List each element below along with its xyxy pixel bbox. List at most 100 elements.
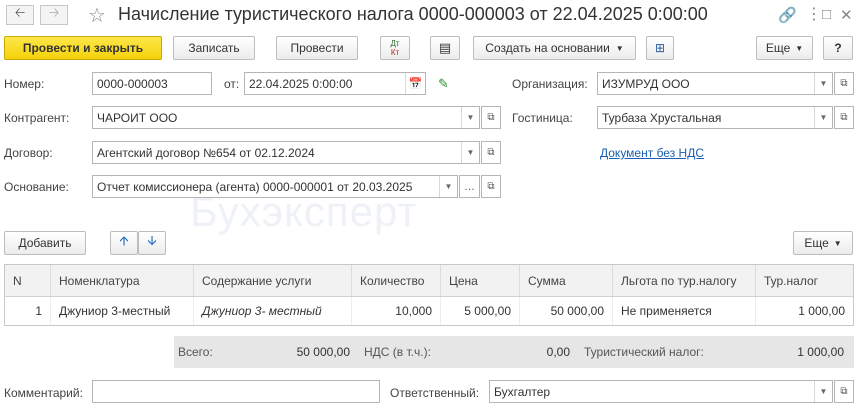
total-label: Всего:: [178, 345, 213, 359]
services-table: N Номенклатура Содержание услуги Количес…: [4, 264, 854, 326]
help-button[interactable]: ?: [823, 36, 853, 60]
maximize-icon[interactable]: □: [822, 6, 831, 23]
post-and-close-button[interactable]: Провести и закрыть: [4, 36, 162, 60]
document-list-icon: ▤: [438, 40, 452, 55]
back-button[interactable]: 🡠: [6, 5, 34, 25]
date-value: 22.04.2025 0:00:00: [249, 76, 353, 91]
hierarchy-icon: ⊞: [654, 41, 666, 55]
approve-check-icon[interactable]: ✎: [438, 76, 449, 92]
chevron-down-icon: ▼: [795, 43, 804, 53]
chevron-down-icon[interactable]: ▼: [814, 107, 832, 128]
cell-sum: 50 000,00: [520, 297, 613, 325]
date-label: от:: [224, 77, 240, 91]
open-window-icon: ⧉: [840, 112, 848, 123]
chevron-down-icon[interactable]: ▼: [814, 73, 832, 94]
column-header-service-content[interactable]: Содержание услуги: [194, 265, 352, 296]
table-more-button[interactable]: Еще ▼: [793, 231, 853, 255]
hotel-field[interactable]: Турбаза Хрустальная ▼: [597, 106, 833, 129]
cell-n: 1: [5, 297, 51, 325]
contract-value: Агентский договор №654 от 02.12.2024: [97, 145, 315, 160]
contract-label: Договор:: [4, 146, 53, 160]
kt-label: Кт: [390, 48, 400, 57]
chevron-down-icon[interactable]: ▼: [814, 381, 832, 402]
counterparty-label: Контрагент:: [4, 111, 70, 125]
column-header-sum[interactable]: Сумма: [520, 265, 613, 296]
open-window-icon: ⧉: [487, 112, 495, 123]
number-label: Номер:: [4, 77, 45, 91]
report-button[interactable]: ▤: [430, 36, 460, 60]
responsible-label: Ответственный:: [390, 386, 480, 400]
organization-label: Организация:: [512, 77, 588, 91]
column-header-price[interactable]: Цена: [441, 265, 520, 296]
basis-select-button[interactable]: …: [459, 175, 480, 198]
table-row[interactable]: 1 Джуниор 3-местный Джуниор 3- местный 1…: [5, 297, 853, 325]
cell-nomenclature: Джуниор 3-местный: [51, 297, 194, 325]
column-header-tax-benefit[interactable]: Льгота по тур.налогу: [613, 265, 756, 296]
more-button[interactable]: Еще ▼: [756, 36, 813, 60]
open-window-icon: ⧉: [840, 386, 848, 397]
post-button[interactable]: Провести: [276, 36, 358, 60]
link-icon[interactable]: 🔗: [778, 6, 797, 24]
arrow-left-icon: 🡠: [14, 5, 26, 20]
number-field[interactable]: 0000-000003: [92, 72, 212, 95]
cell-service-content: Джуниор 3- местный: [194, 297, 352, 325]
add-row-button[interactable]: Добавить: [4, 231, 86, 255]
chevron-down-icon[interactable]: ▼: [461, 107, 479, 128]
column-header-tourist-tax[interactable]: Тур.налог: [756, 265, 853, 296]
calendar-icon[interactable]: 📅: [405, 73, 425, 94]
counterparty-value: ЧАРОИТ ООО: [97, 110, 178, 125]
structure-button[interactable]: ⊞: [646, 36, 674, 60]
organization-open-button[interactable]: ⧉: [834, 72, 854, 95]
basis-field[interactable]: Отчет комиссионера (агента) 0000-000001 …: [92, 175, 458, 198]
counterparty-open-button[interactable]: ⧉: [481, 106, 501, 129]
responsible-value: Бухгалтер: [494, 384, 551, 399]
date-field[interactable]: 22.04.2025 0:00:00 📅: [244, 72, 426, 95]
save-button[interactable]: Записать: [173, 36, 255, 60]
vat-document-link[interactable]: Документ без НДС: [600, 146, 704, 160]
chevron-down-icon[interactable]: ▼: [461, 142, 479, 163]
page-title: Начисление туристического налога 0000-00…: [118, 4, 708, 24]
chevron-down-icon: ▼: [615, 43, 624, 53]
hotel-open-button[interactable]: ⧉: [834, 106, 854, 129]
cell-quantity: 10,000: [352, 297, 441, 325]
open-window-icon: ⧉: [487, 181, 495, 192]
chevron-down-icon[interactable]: ▼: [439, 176, 457, 197]
forward-button[interactable]: 🡢: [40, 5, 68, 25]
comment-field[interactable]: [92, 380, 380, 403]
column-header-n[interactable]: N: [5, 265, 51, 296]
move-up-button[interactable]: 🡩: [110, 231, 138, 255]
more-vertical-icon[interactable]: ⋮: [806, 4, 822, 24]
counterparty-field[interactable]: ЧАРОИТ ООО ▼: [92, 106, 480, 129]
cell-tax-benefit: Не применяется: [613, 297, 756, 325]
basis-label: Основание:: [4, 180, 69, 194]
create-based-on-button[interactable]: Создать на основании ▼: [473, 36, 636, 60]
dt-kt-button[interactable]: Дт Кт: [380, 36, 410, 60]
totals-bar: Всего: 50 000,00 НДС (в т.ч.): 0,00 Тури…: [174, 336, 854, 368]
responsible-field[interactable]: Бухгалтер ▼: [489, 380, 833, 403]
contract-open-button[interactable]: ⧉: [481, 141, 501, 164]
favorite-star-icon[interactable]: ☆: [88, 3, 106, 28]
tourist-tax-value: 1 000,00: [797, 345, 844, 359]
column-header-nomenclature[interactable]: Номенклатура: [51, 265, 194, 296]
organization-value: ИЗУМРУД ООО: [602, 76, 690, 91]
ellipsis-icon: …: [464, 180, 475, 193]
arrow-right-icon: 🡢: [48, 5, 60, 20]
tourist-tax-label: Туристический налог:: [584, 345, 704, 359]
title-bar: 🡠 🡢 ☆ Начисление туристического налога 0…: [0, 0, 858, 30]
table-more-label: Еще: [804, 236, 829, 250]
close-icon[interactable]: ✕: [840, 6, 853, 24]
total-value: 50 000,00: [296, 345, 350, 359]
organization-field[interactable]: ИЗУМРУД ООО ▼: [597, 72, 833, 95]
open-window-icon: ⧉: [487, 147, 495, 158]
column-header-quantity[interactable]: Количество: [352, 265, 441, 296]
vat-value: 0,00: [546, 345, 570, 359]
cell-price: 5 000,00: [441, 297, 520, 325]
create-based-on-label: Создать на основании: [485, 41, 610, 55]
hotel-value: Турбаза Хрустальная: [602, 110, 722, 125]
arrow-up-icon: 🡩: [119, 233, 129, 248]
contract-field[interactable]: Агентский договор №654 от 02.12.2024 ▼: [92, 141, 480, 164]
responsible-open-button[interactable]: ⧉: [834, 380, 854, 403]
cell-tourist-tax: 1 000,00: [798, 304, 845, 318]
basis-open-button[interactable]: ⧉: [481, 175, 501, 198]
move-down-button[interactable]: 🡫: [138, 231, 166, 255]
